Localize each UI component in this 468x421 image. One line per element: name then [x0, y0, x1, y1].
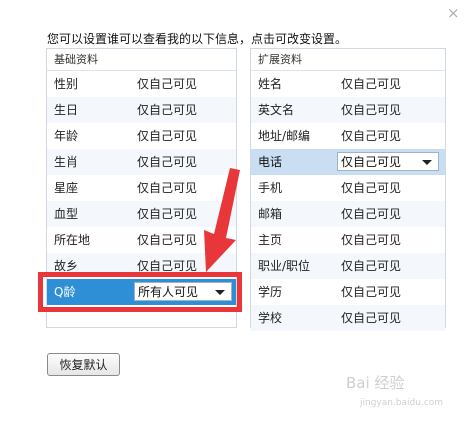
privacy-row-education[interactable]: 学历 仅自己可见	[251, 279, 445, 305]
phone-visibility-select[interactable]: 仅自己可见	[337, 152, 439, 171]
row-visibility[interactable]: 仅自己可见	[341, 71, 401, 97]
privacy-row-phone[interactable]: 电话 仅自己可见	[251, 149, 445, 175]
row-label: 生日	[54, 103, 79, 117]
privacy-row-email[interactable]: 邮箱 仅自己可见	[251, 201, 445, 227]
privacy-row-address[interactable]: 地址/邮编 仅自己可见	[251, 123, 445, 149]
row-label: 年龄	[54, 129, 79, 143]
annotation-highlight-box	[38, 272, 242, 312]
privacy-row-name[interactable]: 姓名 仅自己可见	[251, 71, 445, 97]
row-label: 血型	[54, 207, 79, 221]
row-visibility[interactable]: 仅自己可见	[137, 97, 197, 123]
row-label: 职业/职位	[258, 259, 311, 273]
privacy-row-birthday[interactable]: 生日 仅自己可见	[47, 97, 236, 123]
row-label: 学校	[258, 311, 283, 325]
extended-info-panel: 扩展资料 姓名 仅自己可见 英文名 仅自己可见 地址/邮编 仅自己可见 电话 仅…	[250, 48, 446, 331]
row-visibility[interactable]: 仅自己可见	[137, 149, 197, 175]
row-label: 手机	[258, 181, 283, 195]
row-label: 地址/邮编	[258, 129, 311, 143]
row-visibility[interactable]: 仅自己可见	[341, 97, 401, 123]
extended-info-header: 扩展资料	[251, 49, 445, 71]
row-visibility[interactable]: 仅自己可见	[341, 123, 401, 149]
privacy-row-age[interactable]: 年龄 仅自己可见	[47, 123, 236, 149]
row-label: 电话	[258, 155, 283, 169]
chevron-down-icon[interactable]	[422, 160, 432, 165]
row-visibility[interactable]: 仅自己可见	[341, 305, 401, 331]
basic-info-header: 基础资料	[47, 49, 236, 71]
row-visibility[interactable]: 仅自己可见	[137, 201, 197, 227]
row-label: 英文名	[258, 103, 295, 117]
row-visibility[interactable]: 仅自己可见	[341, 201, 401, 227]
row-visibility[interactable]: 仅自己可见	[137, 175, 197, 201]
privacy-row-occupation[interactable]: 职业/职位 仅自己可见	[251, 253, 445, 279]
row-label: 学历	[258, 285, 283, 299]
row-label: 生肖	[54, 155, 79, 169]
watermark-logo: Bai 经验	[346, 374, 405, 392]
privacy-row-school[interactable]: 学校 仅自己可见	[251, 305, 445, 331]
intro-text: 您可以设置谁可以查看我的以下信息，点击可改变设置。	[47, 32, 348, 46]
select-value: 仅自己可见	[341, 155, 402, 169]
row-label: 主页	[258, 233, 283, 247]
row-visibility[interactable]: 仅自己可见	[137, 71, 197, 97]
reset-default-button[interactable]: 恢复默认	[47, 353, 120, 376]
row-label: 邮箱	[258, 207, 283, 221]
close-icon[interactable]: ×	[447, 6, 460, 21]
row-label: 姓名	[258, 77, 283, 91]
privacy-row-homepage[interactable]: 主页 仅自己可见	[251, 227, 445, 253]
row-visibility[interactable]: 仅自己可见	[137, 123, 197, 149]
red-arrow-icon	[204, 168, 240, 272]
privacy-row-gender[interactable]: 性别 仅自己可见	[47, 71, 236, 97]
watermark-url: jingyan.baidu.com	[360, 398, 444, 408]
row-visibility[interactable]: 仅自己可见	[137, 227, 197, 253]
privacy-row-english-name[interactable]: 英文名 仅自己可见	[251, 97, 445, 123]
row-visibility[interactable]: 仅自己可见	[341, 227, 401, 253]
row-label: 所在地	[54, 233, 91, 247]
row-visibility[interactable]: 仅自己可见	[341, 279, 401, 305]
row-visibility[interactable]: 仅自己可见	[341, 175, 401, 201]
row-label: 性别	[54, 77, 79, 91]
privacy-row-mobile[interactable]: 手机 仅自己可见	[251, 175, 445, 201]
row-label: 星座	[54, 181, 79, 195]
row-visibility[interactable]: 仅自己可见	[341, 253, 401, 279]
